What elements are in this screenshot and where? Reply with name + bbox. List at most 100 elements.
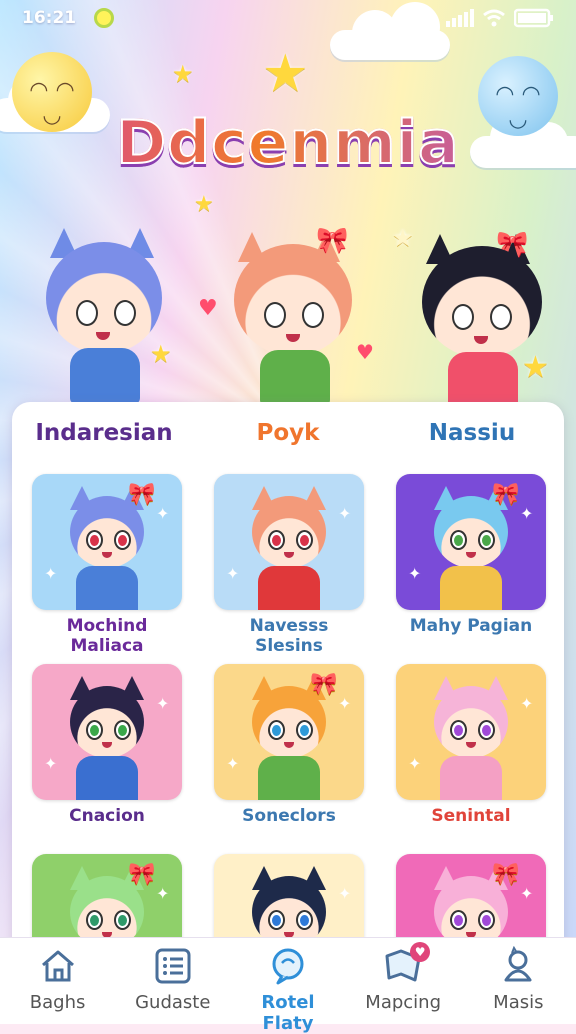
- character-body: [76, 566, 138, 610]
- bow-icon: 🎀: [492, 482, 520, 507]
- featured-character-orange[interactable]: 🎀: [220, 226, 370, 416]
- signal-icon: [446, 9, 474, 27]
- status-bar: 16:21: [0, 0, 576, 36]
- character-eye: [268, 720, 285, 740]
- character-caption: Navesss Slesins: [249, 616, 329, 656]
- character-eye: [450, 720, 467, 740]
- notification-badge: ♥: [410, 942, 431, 962]
- character-eye: [86, 720, 103, 740]
- nav-label: Mapcing: [365, 992, 442, 1013]
- character-body: [70, 348, 140, 404]
- character-icon: [504, 946, 532, 982]
- sparkle-icon: ✦: [44, 754, 58, 773]
- character-card[interactable]: ✦ ✦ 🎀 Soneclors: [214, 664, 364, 854]
- character-card[interactable]: ✦ ✦ Cnacion: [32, 664, 182, 854]
- character-panel: Indaresian Poyk Nassiu ✦ ✦ 🎀 Mochind Maliac…: [12, 402, 564, 962]
- sparkle-icon: ✦: [520, 884, 534, 903]
- character-eye: [114, 530, 131, 550]
- app-title: Ddcenmia: [0, 107, 576, 179]
- home-icon: [41, 950, 74, 982]
- character-caption: Senintal: [431, 806, 511, 826]
- character-thumbnail: ✦✦: [32, 664, 182, 800]
- character-eye: [268, 530, 285, 550]
- character-caption: Mahy Pagian: [409, 616, 533, 636]
- featured-character-black[interactable]: 🎀: [408, 228, 558, 418]
- character-body: [258, 566, 320, 610]
- character-eye: [296, 910, 313, 930]
- star-icon: ★: [172, 60, 194, 88]
- sparkle-icon: ✦: [156, 884, 170, 903]
- sparkle-icon: ✦: [520, 694, 534, 713]
- wifi-icon: [483, 9, 505, 27]
- character-thumbnail: ✦✦🎀: [32, 474, 182, 610]
- character-body: [440, 756, 502, 800]
- character-eye: [478, 720, 495, 740]
- status-time: 16:21: [22, 8, 77, 28]
- nav-label: Baghs: [29, 992, 86, 1013]
- character-eye: [114, 910, 131, 930]
- sparkle-icon: ✦: [44, 564, 58, 583]
- sparkle-icon: ✦: [408, 564, 422, 583]
- character-thumbnail: ✦✦: [396, 664, 546, 800]
- character-caption: Cnacion: [69, 806, 145, 826]
- bottom-nav: Baghs Gudaste Rotel Flaty ♥ Mapcing Masi…: [0, 937, 576, 1034]
- character-grid: ✦ ✦ 🎀 Mochind Maliaca ✦ ✦ Navesss Slesins ✦ ✦ 🎀 Ma…: [32, 474, 546, 962]
- character-body: [440, 566, 502, 610]
- character-card[interactable]: ✦ ✦ Senintal: [396, 664, 546, 854]
- character-thumbnail: ✦✦: [214, 474, 364, 610]
- sparkle-icon: ✦: [226, 564, 240, 583]
- sparkle-icon: ✦: [408, 754, 422, 773]
- bow-icon: 🎀: [128, 862, 156, 887]
- character-card[interactable]: ✦ ✦ Navesss Slesins: [214, 474, 364, 664]
- character-eye: [296, 530, 313, 550]
- nav-item-gudaste[interactable]: Gudaste: [118, 938, 228, 1013]
- notification-dot-icon: [94, 8, 115, 28]
- sparkle-icon: ✦: [156, 504, 170, 523]
- character-eye: [86, 910, 103, 930]
- character-thumbnail: ✦✦🎀: [396, 474, 546, 610]
- nav-label: Rotel Flaty: [261, 992, 315, 1034]
- character-eyes: [264, 302, 324, 328]
- character-eye: [296, 720, 313, 740]
- character-eye: [114, 720, 131, 740]
- character-eyes: [76, 300, 136, 326]
- featured-character-blue[interactable]: [30, 222, 180, 412]
- sparkle-icon: ✦: [338, 884, 352, 903]
- sparkle-icon: ✦: [156, 694, 170, 713]
- nav-label: Gudaste: [135, 992, 211, 1013]
- nav-item-baghs[interactable]: Baghs: [3, 938, 113, 1013]
- featured-name[interactable]: Nassiu: [382, 420, 562, 446]
- character-body: [258, 756, 320, 800]
- bow-icon: 🎀: [128, 482, 156, 507]
- character-caption: Mochind Maliaca: [66, 616, 148, 656]
- chat-search-icon: [272, 948, 304, 985]
- character-eye: [450, 910, 467, 930]
- star-icon: ★: [262, 44, 309, 104]
- nav-label: Masis: [493, 992, 544, 1013]
- featured-name[interactable]: Indaresian: [14, 420, 194, 446]
- character-eye: [450, 530, 467, 550]
- bow-icon: 🎀: [310, 672, 338, 697]
- featured-names: Indaresian Poyk Nassiu: [12, 402, 564, 446]
- character-card[interactable]: ✦ ✦ 🎀 Mochind Maliaca: [32, 474, 182, 664]
- star-icon: ★: [194, 192, 214, 217]
- nav-item-mapcing[interactable]: ♥ Mapcing: [348, 938, 458, 1013]
- sparkle-icon: ✦: [226, 754, 240, 773]
- featured-name[interactable]: Poyk: [198, 420, 378, 446]
- character-eye: [268, 910, 285, 930]
- character-eye: [478, 530, 495, 550]
- character-body: [76, 756, 138, 800]
- character-eye: [478, 910, 495, 930]
- nav-item-rotel-flaty[interactable]: Rotel Flaty: [233, 938, 343, 1034]
- battery-icon: [514, 8, 553, 28]
- character-thumbnail: ✦✦🎀: [214, 664, 364, 800]
- sparkle-icon: ✦: [338, 504, 352, 523]
- character-eyes: [452, 304, 512, 330]
- character-body: [260, 350, 330, 406]
- character-card[interactable]: ✦ ✦ 🎀 Mahy Pagian: [396, 474, 546, 664]
- sparkle-icon: ✦: [520, 504, 534, 523]
- character-eye: [86, 530, 103, 550]
- nav-item-masis[interactable]: Masis: [463, 938, 573, 1013]
- sparkle-icon: ✦: [338, 694, 352, 713]
- heart-icon: ♥: [198, 296, 218, 321]
